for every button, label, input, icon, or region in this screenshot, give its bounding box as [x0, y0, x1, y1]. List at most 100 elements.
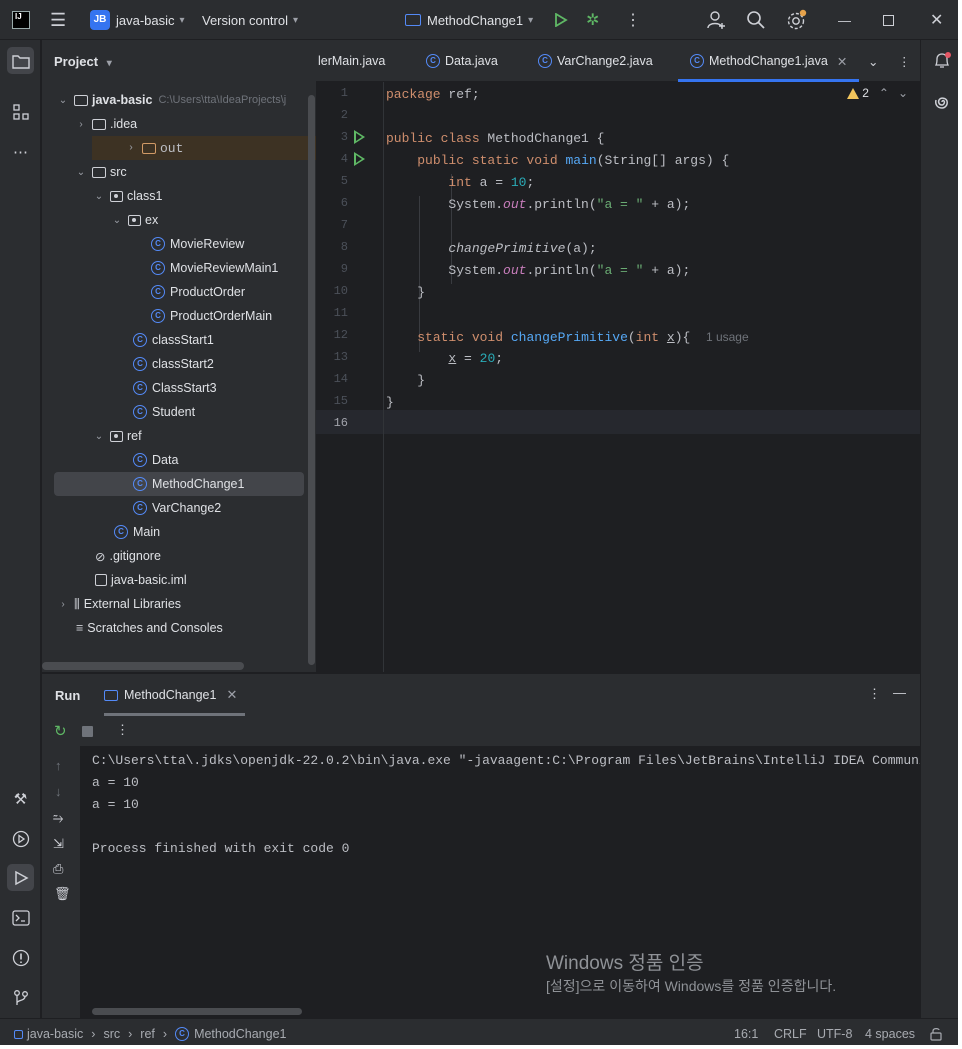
close-button[interactable]: ✕ [930, 0, 943, 40]
chevron-down-icon: ⌄ [94, 430, 104, 442]
breadcrumb-item[interactable]: ref [140, 1027, 155, 1041]
add-user-button[interactable] [706, 0, 726, 40]
app-logo[interactable]: IJ [12, 0, 30, 40]
tree-item-classstart2[interactable]: CclassStart2 [42, 352, 316, 376]
trash-icon[interactable]: 🗑 [54, 886, 71, 902]
console-horizontal-scrollbar[interactable] [92, 1008, 302, 1015]
git-tool-button[interactable] [7, 984, 34, 1011]
tree-item-moviereview[interactable]: C MovieReview [42, 232, 316, 256]
close-tab-icon[interactable]: ✕ [837, 54, 847, 69]
chevron-down-icon: ⌄ [94, 190, 104, 202]
run-options-icon[interactable]: ⋮ [868, 686, 881, 702]
run-class-gutter-icon[interactable] [354, 130, 365, 144]
breadcrumb-item[interactable]: src [103, 1027, 120, 1041]
project-horizontal-scrollbar[interactable] [42, 662, 244, 670]
structure-tool-button[interactable] [7, 98, 34, 125]
title-bar: IJ ☰ JB java-basic ▾ Version control ▾ M… [0, 0, 962, 40]
tree-item-label: class1 [127, 189, 163, 203]
chevron-right-icon: › [127, 142, 134, 154]
tree-item-methodchange1[interactable]: C MethodChange1 [54, 472, 304, 496]
tree-item-main[interactable]: C Main [42, 520, 316, 544]
debug-button[interactable]: ✲ [586, 0, 599, 40]
scroll-to-end-icon[interactable]: ⇲ [53, 836, 64, 852]
rerun-icon[interactable]: ↻ [54, 722, 67, 740]
tree-item-classstart1[interactable]: CclassStart1 [42, 328, 316, 352]
tree-item-gitignore[interactable]: ⊘ .gitignore [42, 544, 316, 568]
tree-item-external-libraries[interactable]: › ⫼ External Libraries [42, 592, 316, 616]
source-folder-icon [92, 166, 106, 178]
tab-lermain[interactable]: lerMain.java [318, 40, 385, 82]
tree-item-student[interactable]: C Student [42, 400, 316, 424]
tree-item-iml[interactable]: java-basic.iml [42, 568, 316, 592]
project-title-label: Project [54, 54, 99, 69]
vcs-menu[interactable]: Version control ▾ [202, 0, 298, 40]
tab-list-chevron[interactable]: ⌄ [868, 40, 878, 82]
tree-item-classstart3[interactable]: C ClassStart3 [42, 376, 316, 400]
tree-item-varchange2[interactable]: C VarChange2 [42, 496, 316, 520]
hide-panel-icon[interactable]: — [893, 685, 906, 700]
tab-methodchange1[interactable]: C MethodChange1.java ✕ [678, 40, 860, 82]
stop-icon[interactable] [82, 726, 93, 737]
main-menu-icon[interactable]: ☰ [50, 0, 66, 40]
class-icon: C [151, 237, 165, 251]
tab-data[interactable]: C Data.java [426, 40, 498, 82]
tree-item-moviereviewmain1[interactable]: C MovieReviewMain1 [42, 256, 316, 280]
settings-button[interactable] [786, 0, 808, 40]
more-actions-icon[interactable]: ⋮ [116, 722, 129, 738]
tree-item-label: Main [133, 525, 161, 539]
chevron-right-icon: › [79, 118, 83, 130]
project-vertical-scrollbar[interactable] [308, 95, 315, 665]
next-highlight-icon[interactable]: ⌄ [898, 86, 908, 100]
build-tool-button[interactable]: ⚒ [7, 785, 34, 812]
tab-label: Data.java [445, 54, 498, 68]
code-line-3: public class MethodChange1 { [386, 131, 605, 146]
close-tab-icon[interactable]: ✕ [226, 687, 237, 703]
project-switcher[interactable]: JB java-basic ▾ [90, 0, 185, 40]
tree-item-scratches[interactable]: ≡ Scratches and Consoles [42, 616, 316, 640]
tree-item-label: VarChange2 [152, 501, 222, 515]
code-line-12: static void changePrimitive(int x){ 1 us… [417, 330, 749, 345]
tree-item-idea[interactable]: › .idea [42, 112, 316, 136]
tree-item-class1[interactable]: ⌄ class1 [42, 184, 316, 208]
breadcrumb-item[interactable]: java-basic [27, 1027, 83, 1041]
tree-item-productordermain[interactable]: C ProductOrderMain [42, 304, 316, 328]
tab-more-icon[interactable]: ⋮ [898, 40, 911, 82]
search-button[interactable] [746, 0, 766, 40]
tree-item-ex[interactable]: ⌄ ex [42, 208, 316, 232]
ai-assistant-button[interactable] [928, 88, 955, 115]
more-actions-icon[interactable]: ⋮ [625, 0, 641, 40]
line-number: 16 [333, 416, 348, 430]
problems-tool-button[interactable] [7, 944, 34, 971]
arrow-down-icon[interactable]: ↓ [55, 784, 62, 799]
tab-varchange2[interactable]: C VarChange2.java [538, 40, 653, 82]
breadcrumb-item[interactable]: MethodChange1 [194, 1027, 286, 1041]
console-output[interactable]: C:\Users\tta\.jdks\openjdk-22.0.2\bin\ja… [92, 750, 920, 860]
tree-item-root[interactable]: ⌄ java-basic C:\Users\tta\IdeaProjects\j [42, 88, 316, 112]
notifications-button[interactable] [928, 47, 955, 74]
main-class-icon: C [133, 381, 147, 395]
usage-hint[interactable]: 1 usage [706, 330, 749, 344]
run-tool-button[interactable] [7, 864, 34, 891]
tree-item-productorder[interactable]: C ProductOrder [42, 280, 316, 304]
run-button[interactable] [554, 0, 568, 40]
run-main-gutter-icon[interactable] [354, 152, 365, 166]
run-icon [14, 870, 29, 885]
inspection-widget[interactable]: 2 ⌃ ⌄ [847, 86, 908, 100]
run-tab-methodchange1[interactable]: MethodChange1 ✕ [104, 674, 246, 716]
minimize-button[interactable]: — [838, 0, 851, 40]
arrow-up-icon[interactable]: ↑ [55, 758, 62, 773]
tree-item-ref[interactable]: ⌄ ref [42, 424, 316, 448]
run-config-selector[interactable]: MethodChange1 ▾ [405, 0, 533, 40]
previous-highlight-icon[interactable]: ⌃ [879, 86, 889, 100]
more-tools-icon[interactable]: ⋯ [7, 138, 34, 165]
maximize-button[interactable] [883, 0, 894, 40]
tree-item-src[interactable]: ⌄ src [42, 160, 316, 184]
print-icon[interactable]: ⎙ [53, 861, 63, 877]
terminal-tool-button[interactable] [7, 904, 34, 931]
project-panel-title[interactable]: Project ▾ [54, 54, 112, 69]
project-tool-button[interactable] [7, 47, 34, 74]
tree-item-data[interactable]: C Data [42, 448, 316, 472]
soft-wrap-icon[interactable]: ⥲ [53, 810, 63, 826]
services-tool-button[interactable] [7, 825, 34, 852]
chevron-down-icon: ⌄ [58, 94, 68, 106]
